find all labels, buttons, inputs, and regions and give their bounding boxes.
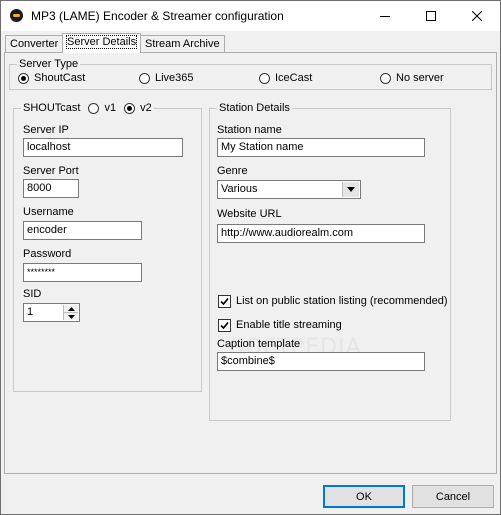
button-bar: OK Cancel — [1, 475, 500, 514]
username-label: Username — [23, 206, 74, 218]
sid-value: 1 — [27, 306, 34, 318]
station-name-input[interactable]: My Station name — [217, 138, 425, 157]
radio-icecast[interactable]: IceCast — [259, 71, 312, 85]
sid-label: SID — [23, 288, 42, 300]
caption-template-label: Caption template — [217, 338, 301, 350]
genre-value: Various — [221, 183, 258, 195]
shoutcast-group-header: SHOUTcast v1 v2 — [21, 101, 154, 115]
chevron-down-icon[interactable] — [342, 182, 359, 197]
radio-v1[interactable]: v1 — [88, 101, 116, 115]
website-url-input[interactable]: http://www.audiorealm.com — [217, 224, 425, 243]
spin-down-icon[interactable] — [64, 312, 78, 320]
server-type-group: Server Type ShoutCast Live365 IceCast No… — [9, 57, 492, 90]
genre-select[interactable]: Various — [217, 180, 361, 199]
server-ip-input[interactable]: localhost — [23, 138, 183, 157]
app-icon — [10, 9, 23, 22]
minimize-button[interactable] — [362, 1, 408, 31]
shoutcast-group: SHOUTcast v1 v2 Server IP localhost Serv… — [13, 101, 202, 392]
station-name-label: Station name — [217, 124, 282, 136]
config-window: MP3 (LAME) Encoder & Streamer configurat… — [0, 0, 501, 515]
tab-converter[interactable]: Converter — [5, 35, 64, 52]
close-icon — [472, 11, 482, 21]
tab-server-details[interactable]: Server Details — [62, 33, 142, 53]
checkmark-icon — [218, 318, 231, 332]
close-button[interactable] — [454, 1, 500, 31]
website-url-label: Website URL — [217, 208, 282, 220]
genre-label: Genre — [217, 165, 248, 177]
username-input[interactable]: encoder — [23, 221, 142, 240]
title-bar: MP3 (LAME) Encoder & Streamer configurat… — [1, 1, 500, 31]
minimize-icon — [380, 16, 390, 17]
station-details-label: Station Details — [217, 101, 292, 115]
ok-button[interactable]: OK — [323, 485, 405, 508]
spin-up-icon[interactable] — [64, 305, 78, 312]
password-label: Password — [23, 248, 72, 260]
server-port-input[interactable]: 8000 — [23, 179, 79, 198]
window-title: MP3 (LAME) Encoder & Streamer configurat… — [31, 9, 284, 23]
shoutcast-label: SHOUTcast — [23, 102, 81, 114]
maximize-button[interactable] — [408, 1, 454, 31]
public-listing-checkbox[interactable]: List on public station listing (recommen… — [218, 294, 448, 308]
cancel-button[interactable]: Cancel — [412, 485, 494, 508]
server-details-panel: SOFTPEDIA Server Type ShoutCast Live365 … — [4, 52, 497, 474]
password-input[interactable]: ******** — [23, 263, 142, 282]
station-details-group: Station Details Station name My Station … — [209, 101, 451, 421]
server-port-label: Server Port — [23, 165, 79, 177]
title-streaming-checkbox[interactable]: Enable title streaming — [218, 318, 342, 332]
tab-stream-archive[interactable]: Stream Archive — [140, 35, 225, 52]
caption-template-input[interactable]: $combine$ — [217, 352, 425, 371]
server-ip-label: Server IP — [23, 124, 69, 136]
radio-live365[interactable]: Live365 — [139, 71, 194, 85]
radio-v2[interactable]: v2 — [124, 101, 152, 115]
radio-no-server[interactable]: No server — [380, 71, 444, 85]
checkmark-icon — [218, 294, 231, 308]
maximize-icon — [426, 11, 436, 21]
radio-shoutcast[interactable]: ShoutCast — [18, 71, 85, 85]
sid-spinner[interactable]: 1 — [23, 303, 80, 322]
server-type-label: Server Type — [17, 57, 81, 71]
